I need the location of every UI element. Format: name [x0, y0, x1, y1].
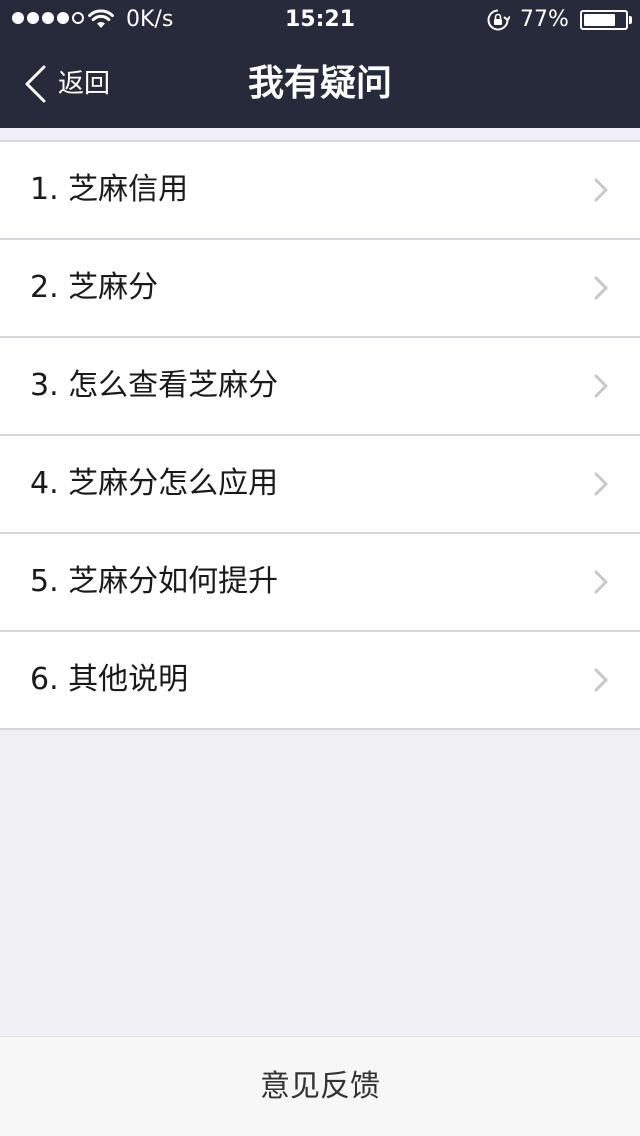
chevron-right-icon — [594, 374, 608, 398]
list-item-label: 1. 芝麻信用 — [30, 172, 189, 207]
list-item-label: 3. 怎么查看芝麻分 — [30, 368, 279, 403]
list-item-label: 5. 芝麻分如何提升 — [30, 564, 279, 599]
chevron-right-icon — [594, 178, 608, 202]
list-item-other-notes[interactable]: 6. 其他说明 — [0, 632, 640, 730]
page-title: 我有疑问 — [247, 63, 392, 104]
list-item-improve-score[interactable]: 5. 芝麻分如何提升 — [0, 534, 640, 632]
battery-percent: 77% — [520, 7, 569, 32]
list-item-view-score[interactable]: 3. 怎么查看芝麻分 — [0, 338, 640, 436]
question-list: 1. 芝麻信用 2. 芝麻分 3. 怎么查看芝麻分 4. 芝麻分怎么应用 5. … — [0, 140, 640, 730]
nav-bar: 返回 我有疑问 — [0, 40, 640, 128]
chevron-right-icon — [594, 472, 608, 496]
list-item-zhima-score[interactable]: 2. 芝麻分 — [0, 240, 640, 338]
list-item-label: 4. 芝麻分怎么应用 — [30, 466, 279, 501]
list-item-use-score[interactable]: 4. 芝麻分怎么应用 — [0, 436, 640, 534]
screen: 0K/s 15:21 77% 返回 我有疑问 1. 芝麻信用 2. 芝麻分 3.… — [0, 0, 640, 1136]
rotation-lock-icon — [487, 9, 510, 31]
feedback-button[interactable]: 意见反馈 — [0, 1036, 640, 1136]
list-item-label: 6. 其他说明 — [30, 662, 189, 697]
list-item-zhima-credit[interactable]: 1. 芝麻信用 — [0, 142, 640, 240]
chevron-right-icon — [594, 668, 608, 692]
chevron-right-icon — [594, 276, 608, 300]
status-bar: 0K/s 15:21 77% — [0, 0, 640, 40]
list-item-label: 2. 芝麻分 — [30, 270, 159, 305]
header: 0K/s 15:21 77% 返回 我有疑问 — [0, 0, 640, 128]
chevron-right-icon — [594, 570, 608, 594]
battery-icon — [580, 10, 632, 30]
